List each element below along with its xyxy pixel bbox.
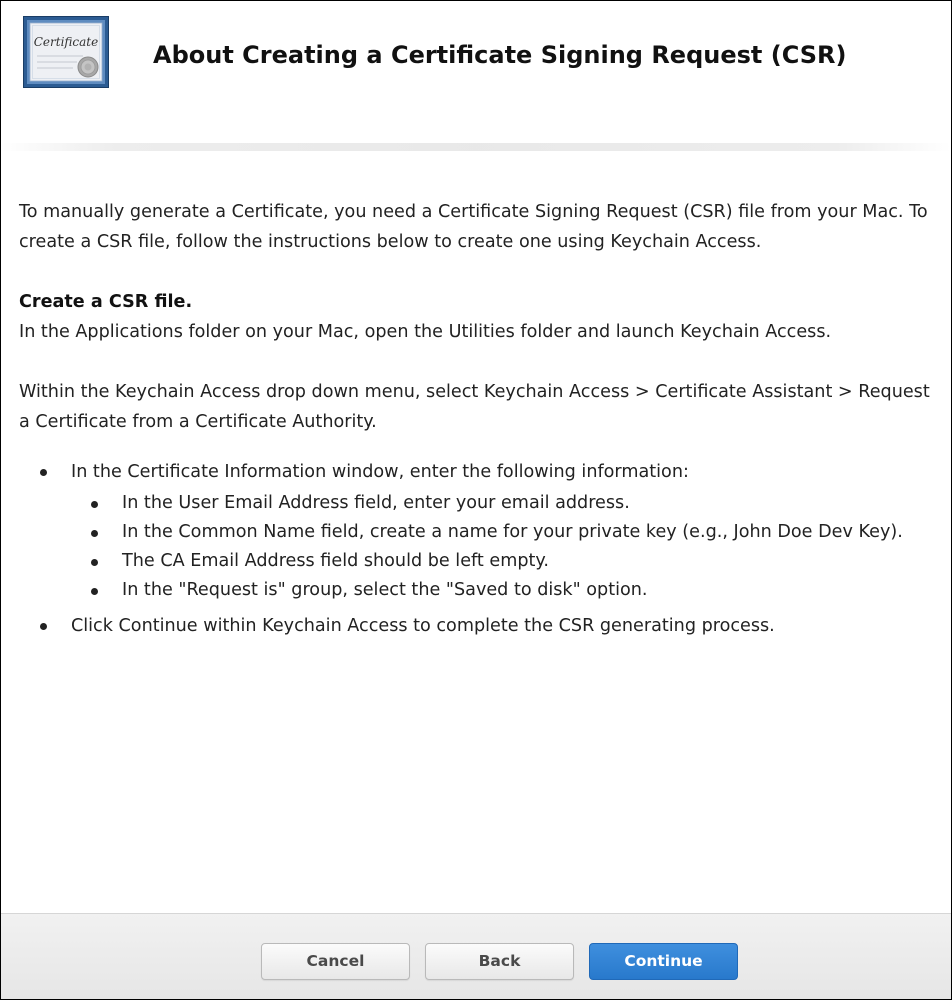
sub-list-item: In the Common Name field, create a name … xyxy=(71,518,944,547)
back-button[interactable]: Back xyxy=(425,943,574,980)
continue-button[interactable]: Continue xyxy=(589,943,738,980)
sub-list-item: In the "Request is" group, select the "S… xyxy=(71,576,944,605)
dialog-header: Certificate About Creating a Certificate… xyxy=(1,1,951,147)
dialog-footer: Cancel Back Continue xyxy=(1,913,951,999)
list-item-text: In the Certificate Information window, e… xyxy=(71,462,689,482)
list-item: Click Continue within Keychain Access to… xyxy=(19,611,944,641)
section-heading: Create a CSR file. xyxy=(19,292,193,312)
list-item: In the Certificate Information window, e… xyxy=(19,457,944,605)
sub-instruction-list: In the User Email Address field, enter y… xyxy=(71,489,944,605)
sub-list-item: In the User Email Address field, enter y… xyxy=(71,489,944,518)
page-title: About Creating a Certificate Signing Req… xyxy=(153,41,847,69)
cancel-button[interactable]: Cancel xyxy=(261,943,410,980)
header-divider xyxy=(1,143,951,151)
dialog-window: Certificate About Creating a Certificate… xyxy=(0,0,952,1000)
sub-list-item: The CA Email Address field should be lef… xyxy=(71,547,944,576)
instruction-list: In the Certificate Information window, e… xyxy=(19,457,944,641)
instructions-content: To manually generate a Certificate, you … xyxy=(19,197,944,641)
list-item-text: Click Continue within Keychain Access to… xyxy=(71,616,775,636)
certificate-icon-label: Certificate xyxy=(34,35,98,49)
step-applications-paragraph: In the Applications folder on your Mac, … xyxy=(19,322,832,342)
intro-paragraph: To manually generate a Certificate, you … xyxy=(19,202,928,252)
step-keychain-menu-paragraph: Within the Keychain Access drop down men… xyxy=(19,382,930,432)
certificate-icon: Certificate xyxy=(23,16,109,88)
